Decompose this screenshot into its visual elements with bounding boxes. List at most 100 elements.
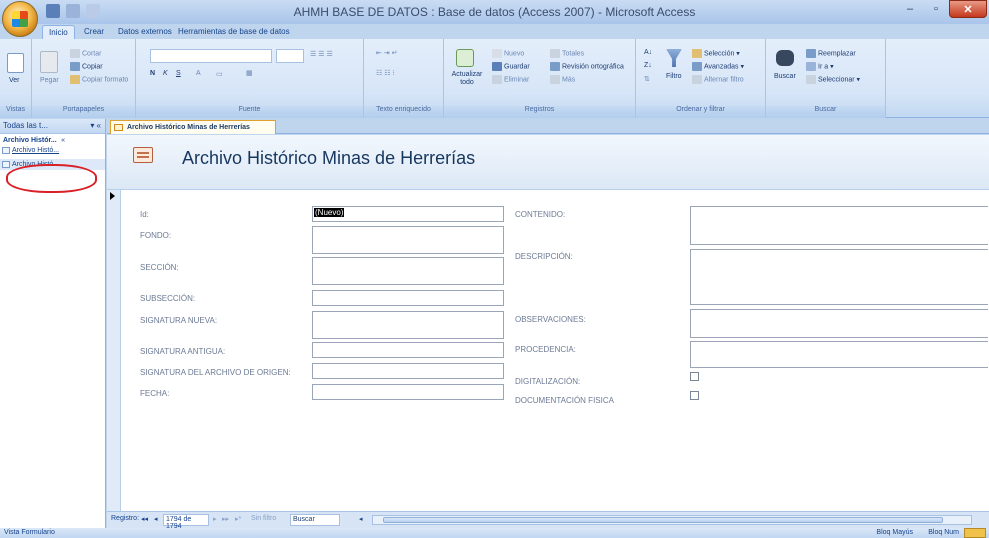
binoculars-icon[interactable] <box>776 50 794 66</box>
sort-desc-icon[interactable]: Z↓ <box>644 62 652 69</box>
descripcion-field[interactable] <box>690 249 988 305</box>
scroll-left-icon[interactable]: ◂ <box>359 515 363 523</box>
copiar-formato-button[interactable]: Copiar formato <box>70 75 128 84</box>
refresh-icon[interactable] <box>456 49 474 67</box>
copiar-button[interactable]: Copiar <box>70 62 103 71</box>
digitalizacion-checkbox[interactable] <box>690 372 699 381</box>
contenido-field[interactable] <box>690 206 988 245</box>
id-value: (Nuevo) <box>314 208 345 217</box>
gridlines-icon[interactable]: ▦ <box>246 69 253 77</box>
pegar-button[interactable]: Pegar <box>40 77 59 84</box>
totales-button[interactable]: Totales <box>550 49 584 58</box>
group-label: Vistas <box>0 106 31 118</box>
procedencia-field[interactable] <box>690 341 988 368</box>
seleccionar-button[interactable]: Seleccionar ▾ <box>806 75 860 84</box>
indent-icon[interactable]: ⇤ ⇥ ↵ <box>376 49 398 57</box>
font-size-combo[interactable] <box>276 49 304 63</box>
descripcion-label: DESCRIPCIÓN: <box>515 252 573 261</box>
tab-crear[interactable]: Crear <box>78 25 110 39</box>
office-logo-icon <box>12 11 28 27</box>
nav-pane-collapse-icon[interactable]: ▾ « <box>90 121 101 130</box>
signatura-origen-field[interactable] <box>312 363 504 379</box>
view-icon[interactable] <box>7 53 24 73</box>
prev-record-button[interactable]: ◂ <box>154 515 158 523</box>
group-fuente: ☰ ☰ ☰ N K S A ▭ ▦ Fuente <box>136 39 364 118</box>
font-name-combo[interactable] <box>150 49 272 63</box>
seccion-label: SECCIÓN: <box>140 263 179 272</box>
signatura-antigua-field[interactable] <box>312 342 504 358</box>
id-field[interactable]: (Nuevo) <box>312 206 504 222</box>
funnel-icon[interactable] <box>666 49 682 67</box>
paste-icon[interactable] <box>40 51 58 73</box>
form-view-switch-icon[interactable] <box>964 528 986 538</box>
align-icon[interactable]: ☰ ☰ ☰ <box>310 50 333 58</box>
record-selector[interactable] <box>107 190 121 511</box>
tab-inicio[interactable]: Inicio <box>42 25 75 39</box>
minimize-button[interactable]: – <box>897 0 923 18</box>
group-portapapeles: Pegar Cortar Copiar Copiar formato Porta… <box>32 39 136 118</box>
status-num-lock: Bloq Num <box>928 529 959 536</box>
form-view: Archivo Histórico Minas de Herrerías Id:… <box>107 135 989 511</box>
status-view-name: Vista Formulario <box>4 529 55 536</box>
avanzadas-button[interactable]: Avanzadas ▾ <box>692 62 744 71</box>
actualizar-todo-button[interactable]: Actualizar todo <box>450 71 484 87</box>
mas-button[interactable]: Más <box>550 75 575 84</box>
seleccion-button[interactable]: Selección ▾ <box>692 49 740 58</box>
underline-button[interactable]: S <box>176 70 181 77</box>
current-record-field[interactable]: 1794 de 1794 <box>163 514 209 530</box>
fondo-field[interactable] <box>312 226 504 254</box>
list-icon[interactable]: ☷ ☷ ⁝ <box>376 69 395 77</box>
fecha-field[interactable] <box>312 384 504 400</box>
font-color-button[interactable]: A <box>196 70 201 77</box>
revision-ortografica-button[interactable]: Revisión ortográfica <box>550 62 624 71</box>
subseccion-field[interactable] <box>312 290 504 306</box>
ribbon: Ver Vistas Pegar Cortar Copiar Copiar fo… <box>0 39 989 118</box>
alternar-filtro-button[interactable]: Alternar filtro <box>692 75 744 84</box>
nav-group-collapse-icon[interactable]: « <box>61 137 65 144</box>
filtro-button[interactable]: Filtro <box>666 73 682 80</box>
close-button[interactable]: ✕ <box>949 0 987 18</box>
last-record-button[interactable]: ▸▸ <box>222 515 229 523</box>
observaciones-field[interactable] <box>690 309 988 338</box>
form-header-icon <box>133 147 153 163</box>
nav-item-table[interactable]: Archivo Histó... <box>0 145 105 156</box>
eliminar-button[interactable]: Eliminar <box>492 75 529 84</box>
signatura-nueva-field[interactable] <box>312 311 504 339</box>
bold-button[interactable]: N <box>150 70 155 77</box>
guardar-button[interactable]: Guardar <box>492 62 530 71</box>
cortar-button[interactable]: Cortar <box>70 49 101 58</box>
maximize-button[interactable]: ▫ <box>923 0 949 18</box>
delete-icon <box>492 75 502 84</box>
scrollbar-thumb[interactable] <box>383 517 943 523</box>
fill-color-icon[interactable]: ▭ <box>216 70 223 78</box>
italic-button[interactable]: K <box>163 70 168 77</box>
search-input[interactable]: Buscar <box>290 514 340 526</box>
seccion-field[interactable] <box>312 257 504 285</box>
ir-a-button[interactable]: Ir a ▾ <box>806 62 834 71</box>
sort-asc-icon[interactable]: A↓ <box>644 49 652 56</box>
nav-pane-header[interactable]: Todas las t... ▾ « <box>0 119 105 134</box>
group-buscar: Buscar Reemplazar Ir a ▾ Seleccionar ▾ B… <box>766 39 886 118</box>
save-record-icon <box>492 62 502 71</box>
title-bar: AHMH BASE DE DATOS : Base de datos (Acce… <box>0 0 989 37</box>
filter-status[interactable]: Sin filtro <box>251 515 276 522</box>
ver-button[interactable]: Ver <box>9 77 20 84</box>
reemplazar-button[interactable]: Reemplazar <box>806 49 856 58</box>
buscar-button[interactable]: Buscar <box>774 73 796 80</box>
red-highlight-circle <box>6 164 97 193</box>
next-record-button[interactable]: ▸ <box>213 515 217 523</box>
horizontal-scrollbar[interactable] <box>372 515 972 525</box>
nuevo-button[interactable]: Nuevo <box>492 49 524 58</box>
documentacion-fisica-checkbox[interactable] <box>690 391 699 400</box>
nav-group-title: Archivo Histór... <box>3 137 57 144</box>
tab-datos-externos[interactable]: Datos externos <box>112 25 178 39</box>
office-button[interactable] <box>2 1 38 37</box>
new-record-button[interactable]: ▸* <box>235 515 241 523</box>
nav-group-header[interactable]: Archivo Histór... « <box>0 134 105 145</box>
first-record-button[interactable]: ◂◂ <box>141 515 148 523</box>
tab-herramientas[interactable]: Herramientas de base de datos <box>172 25 296 39</box>
copy-icon <box>70 62 80 71</box>
group-label: Fuente <box>136 106 363 118</box>
document-tab[interactable]: Archivo Histórico Minas de Herrerías <box>110 120 276 134</box>
clear-sort-icon[interactable]: ⇅ <box>644 75 650 83</box>
